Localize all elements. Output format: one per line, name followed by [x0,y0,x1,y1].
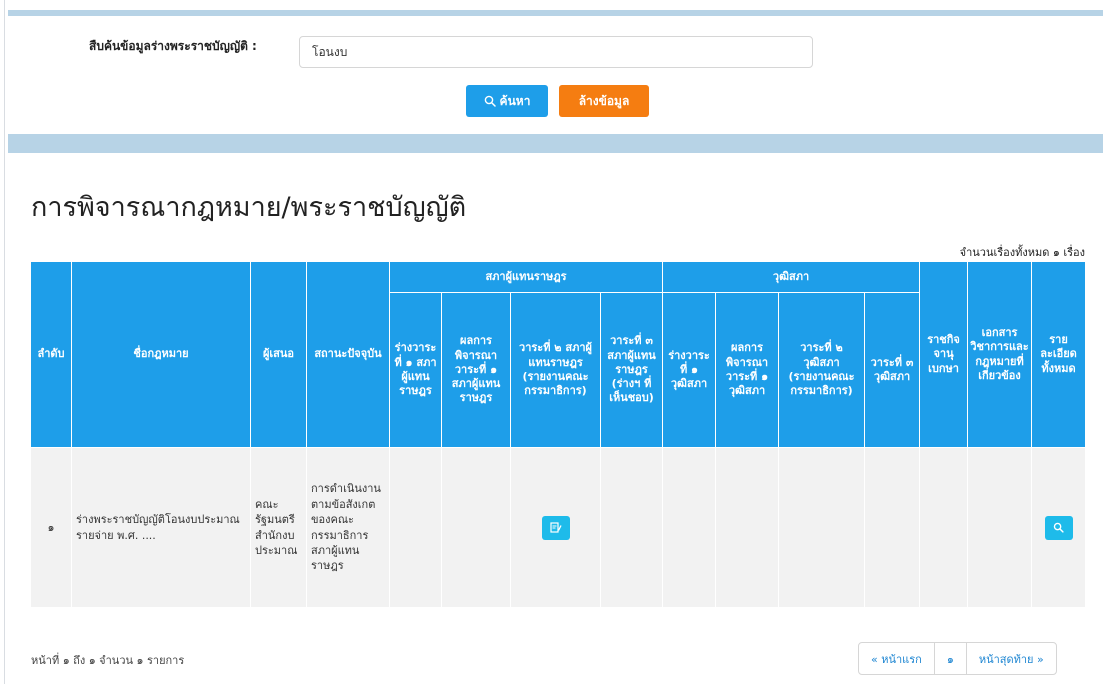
header-house-group: สภาผู้แทนราษฎร [388,261,664,293]
cell-senate-draft-r1 [662,447,717,608]
search-icon [1053,522,1064,533]
header-senate-group: วุฒิสภา [662,261,921,293]
cell-house-r3 [599,447,664,608]
edit-note-icon [549,522,562,533]
first-page-link[interactable]: « หน้าแรก [859,643,935,674]
cell-senate-r2 [778,447,866,608]
header-house-draft-r1: ร่างวาระที่ ๑ สภาผู้แทนราษฎร [389,292,442,448]
header-status: สถานะปัจจุบัน [306,261,390,448]
house-r2-report-button[interactable] [541,515,570,540]
cell-no: ๑ [30,447,72,608]
section-divider-band [8,134,1103,153]
search-label: สืบค้นข้อมูลร่างพระราชบัญญัติ : [89,39,257,53]
header-senate-result-r1: ผลการพิจารณาวาระที่ ๑ วุฒิสภา [715,292,780,448]
cell-status: การดำเนินงานตามข้อสังเกตของคณะกรรมาธิการ… [306,447,390,608]
header-details: รายละเอียดทั้งหมด [1031,261,1087,448]
cell-house-draft-r1 [389,447,442,608]
cell-proposer: คณะรัฐมนตรี สำนักงบประมาณ [250,447,307,608]
total-count: จำนวนเรื่องทั้งหมด ๑ เรื่อง [959,246,1085,259]
header-senate-draft-r1: ร่างวาระที่ ๑ วุฒิสภา [662,292,717,448]
cell-details [1031,447,1087,608]
search-button[interactable]: ค้นหา [466,85,548,117]
cell-law-name: ร่างพระราชบัญญัติโอนงบประมาณรายจ่าย พ.ศ.… [71,447,251,608]
law-table: ลำดับ ชื่อกฎหมาย ผู้เสนอ สถานะปัจจุบัน ส… [30,261,1087,608]
left-border [0,0,5,684]
header-house-result-r1: ผลการพิจารณาวาระที่ ๑ สภาผู้แทนราษฎร [441,292,511,448]
header-no: ลำดับ [30,261,72,448]
cell-gazette [919,447,969,608]
header-law-name: ชื่อกฎหมาย [71,261,251,448]
search-input[interactable] [299,36,813,68]
cell-house-r2 [510,447,601,608]
top-divider-band [8,10,1103,16]
clear-button-label: ล้างข้อมูล [578,93,630,108]
search-icon [484,95,496,107]
table-row: ๑ ร่างพระราชบัญญัติโอนงบประมาณรายจ่าย พ.… [30,447,1087,608]
pagination-info: หน้าที่ ๑ ถึง ๑ จำนวน ๑ รายการ [31,654,185,667]
header-house-r3: วาระที่ ๓ สภาผู้แทนราษฎร (ร่างฯ ที่เห็นช… [599,292,664,448]
cell-documents [967,447,1033,608]
cell-senate-result-r1 [715,447,780,608]
cell-house-result-r1 [441,447,511,608]
view-details-button[interactable] [1044,515,1073,540]
search-button-label: ค้นหา [499,93,531,108]
header-senate-r2: วาระที่ ๒ วุฒิสภา (รายงานคณะกรรมาธิการ) [778,292,866,448]
header-gazette: ราชกิจจานุเบกษา [919,261,969,448]
pagination: « หน้าแรก ๑ หน้าสุดท้าย » [858,642,1057,675]
header-senate-r3: วาระที่ ๓ วุฒิสภา [864,292,921,448]
page-link-1[interactable]: ๑ [935,643,967,674]
clear-button[interactable]: ล้างข้อมูล [559,85,649,117]
cell-senate-r3 [864,447,921,608]
last-page-link[interactable]: หน้าสุดท้าย » [967,643,1056,674]
header-documents: เอกสารวิชาการและกฎหมายที่เกี่ยวข้อง [967,261,1033,448]
header-house-r2: วาระที่ ๒ สภาผู้แทนราษฎร (รายงานคณะกรรมา… [510,292,601,448]
header-proposer: ผู้เสนอ [250,261,307,448]
page-title: การพิจารณากฎหมาย/พระราชบัญญัติ [31,192,467,223]
